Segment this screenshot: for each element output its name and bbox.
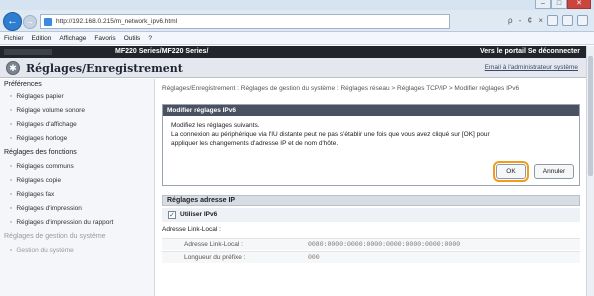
browser-navbar: ← → http://192.168.0.215/m_network_ipv6.… bbox=[0, 10, 594, 32]
menu-favoris[interactable]: Favoris bbox=[94, 32, 115, 44]
device-name-redacted bbox=[4, 49, 52, 55]
home-icon[interactable] bbox=[547, 15, 558, 26]
portal-logout-links[interactable]: Vers le portail Se déconnecter bbox=[480, 48, 580, 55]
prefix-length-row: Longueur du préfixe : 000 bbox=[162, 251, 580, 263]
link-local-address-row: Adresse Link-Local : 0080:0000:0000:0000… bbox=[162, 238, 580, 250]
dialog-body: Modifiez les réglages suivants. La conne… bbox=[163, 116, 579, 153]
dialog-line-1: Modifiez les réglages suivants. bbox=[171, 122, 260, 129]
page-title: Réglages/Enregistrement bbox=[26, 62, 183, 75]
sidebar-heading-preferences: Préférences bbox=[4, 81, 42, 88]
sidebar-item-system-management[interactable]: Gestion du système bbox=[10, 247, 73, 254]
sidebar-item-fax[interactable]: Réglages fax bbox=[10, 191, 54, 198]
close-window-button[interactable]: ✕ bbox=[567, 0, 591, 9]
maximize-button[interactable]: □ bbox=[551, 0, 567, 9]
favicon-icon bbox=[44, 18, 52, 26]
admin-email-link[interactable]: Email à l'administrateur système bbox=[485, 64, 578, 71]
browser-menubar: Fichier Edition Affichage Favoris Outils… bbox=[0, 32, 594, 45]
sidebar-item-paper[interactable]: Réglages papier bbox=[10, 93, 63, 100]
forward-button[interactable]: → bbox=[23, 15, 37, 29]
scrollbar-thumb[interactable] bbox=[588, 56, 593, 176]
dialog-title: Modifier réglages IPv6 bbox=[163, 105, 579, 116]
minimize-button[interactable]: – bbox=[535, 0, 551, 9]
link-local-address-key: Adresse Link-Local : bbox=[184, 241, 243, 248]
dialog-line-3: appliquer les changements d'adresse IP e… bbox=[171, 140, 339, 147]
back-button[interactable]: ← bbox=[3, 12, 22, 31]
ipv6-modify-dialog: Modifier réglages IPv6 Modifiez les régl… bbox=[162, 104, 580, 186]
main-content: Réglages/Enregistrement : Réglages de ge… bbox=[156, 79, 586, 296]
sidebar-item-report-print[interactable]: Réglages d'impression du rapport bbox=[10, 219, 113, 226]
breadcrumb: Réglages/Enregistrement : Réglages de ge… bbox=[162, 85, 520, 92]
sidebar-item-display[interactable]: Réglages d'affichage bbox=[10, 121, 76, 128]
page-scrollbar[interactable] bbox=[586, 46, 594, 296]
use-ipv6-row: ✓ Utiliser IPv6 bbox=[162, 208, 580, 222]
dialog-line-2: La connexion au périphérique via l'IU di… bbox=[171, 131, 490, 138]
browser-toolbar-icons bbox=[547, 15, 588, 26]
menu-edition[interactable]: Edition bbox=[32, 32, 52, 44]
address-url: http://192.168.0.215/m_network_ipv6.html bbox=[56, 18, 178, 25]
sidebar-item-print[interactable]: Réglages d'impression bbox=[10, 205, 82, 212]
window-controls: – □ ✕ bbox=[535, 0, 591, 9]
ok-button[interactable]: OK bbox=[493, 161, 529, 182]
address-bar[interactable]: http://192.168.0.215/m_network_ipv6.html bbox=[40, 14, 450, 29]
sidebar: Préférences Réglages papier Réglage volu… bbox=[0, 79, 155, 296]
gear-icon[interactable] bbox=[577, 15, 588, 26]
menu-fichier[interactable]: Fichier bbox=[4, 32, 24, 44]
sidebar-item-common[interactable]: Réglages communs bbox=[10, 163, 73, 170]
sidebar-item-volume[interactable]: Réglage volume sonore bbox=[10, 107, 85, 114]
model-name: MF220 Series/MF220 Series/ bbox=[115, 48, 209, 55]
prefix-length-key: Longueur du préfixe : bbox=[184, 254, 246, 261]
sidebar-item-copy[interactable]: Réglages copie bbox=[10, 177, 61, 184]
sidebar-heading-system: Réglages de gestion du système bbox=[4, 233, 106, 240]
menu-help[interactable]: ? bbox=[148, 32, 152, 44]
star-icon[interactable] bbox=[562, 15, 573, 26]
sidebar-item-clock[interactable]: Réglages horloge bbox=[10, 135, 67, 142]
window-titlebar: – □ ✕ bbox=[0, 0, 594, 10]
use-ipv6-label: Utiliser IPv6 bbox=[180, 211, 218, 218]
page-header: ✱ Réglages/Enregistrement Email à l'admi… bbox=[0, 58, 586, 78]
address-tools[interactable]: ρ - ¢ × bbox=[508, 16, 545, 25]
sidebar-heading-functions: Réglages des fonctions bbox=[4, 149, 77, 156]
menu-outils[interactable]: Outils bbox=[124, 32, 141, 44]
menu-affichage[interactable]: Affichage bbox=[59, 32, 86, 44]
cancel-button[interactable]: Annuler bbox=[534, 164, 574, 179]
link-local-address-value: 0080:0000:0000:0000:0000:0000:0000:0000 bbox=[308, 241, 461, 248]
section-ip-address-settings: Réglages adresse IP bbox=[162, 195, 580, 206]
prefix-length-value: 000 bbox=[308, 254, 320, 261]
dialog-button-bar: OK Annuler bbox=[163, 161, 579, 185]
link-local-title: Adresse Link-Local : bbox=[162, 226, 221, 233]
use-ipv6-checkbox[interactable]: ✓ bbox=[168, 211, 176, 219]
settings-icon: ✱ bbox=[6, 61, 20, 75]
device-topbar: MF220 Series/MF220 Series/ Vers le porta… bbox=[0, 46, 586, 58]
